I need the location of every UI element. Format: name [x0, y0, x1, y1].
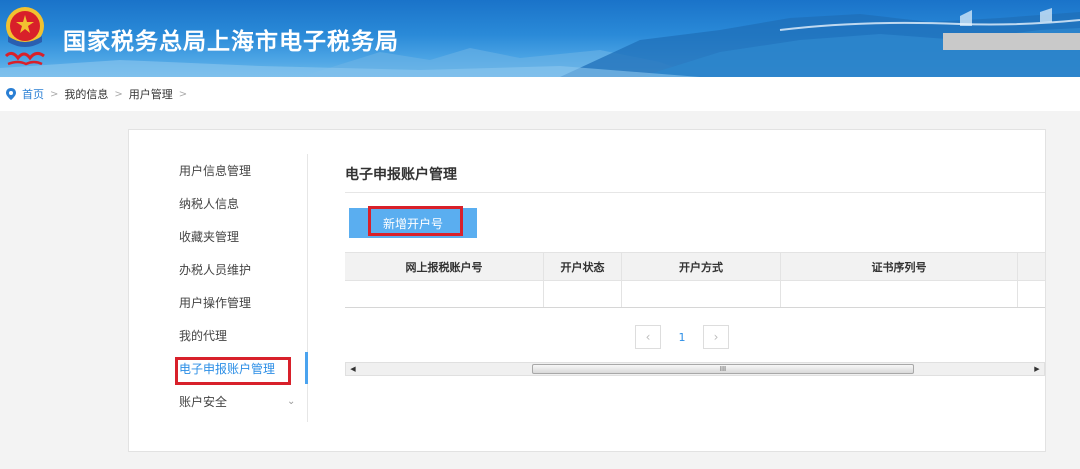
add-account-button[interactable]: 新增开户号	[349, 208, 477, 238]
prev-page-button[interactable]: ‹	[635, 325, 661, 349]
breadcrumb-separator: >	[178, 88, 188, 100]
sidebar-item-user-operations[interactable]: 用户操作管理	[179, 292, 251, 314]
table-cell	[1018, 281, 1045, 307]
location-pin-icon	[6, 88, 16, 100]
breadcrumb-separator: >	[114, 88, 123, 100]
scrollbar-thumb[interactable]: III	[532, 364, 914, 374]
horizontal-scrollbar[interactable]: ◀ III ▶	[345, 362, 1045, 376]
breadcrumb-my-info[interactable]: 我的信息	[64, 86, 108, 102]
user-info-redacted	[943, 33, 1080, 50]
sidebar-item-favorites[interactable]: 收藏夹管理	[179, 226, 239, 248]
table-cell	[781, 281, 1018, 307]
sidebar-item-my-agent[interactable]: 我的代理	[179, 325, 227, 347]
column-header: 开户状态	[544, 253, 622, 280]
breadcrumb-home-link[interactable]: 首页	[22, 86, 44, 102]
table-cell	[622, 281, 781, 307]
chevron-down-icon[interactable]: ⌄	[287, 396, 295, 407]
column-header: 开户方式	[622, 253, 781, 280]
table-header-row: 网上报税账户号 开户状态 开户方式 证书序列号	[345, 253, 1045, 281]
column-header	[1018, 253, 1045, 280]
pagination: ‹ 1 ›	[635, 325, 729, 349]
breadcrumb-separator: >	[50, 88, 59, 100]
tax-bureau-emblem-icon	[4, 7, 45, 66]
main-panel: 用户信息管理 纳税人信息 收藏夹管理 办税人员维护 用户操作管理 我的代理 电子…	[128, 129, 1046, 452]
content-area: 电子申报账户管理 新增开户号 网上报税账户号 开户状态 开户方式 证书序列号 ‹…	[345, 130, 1045, 450]
next-page-button[interactable]: ›	[703, 325, 729, 349]
site-title: 国家税务总局上海市电子税务局	[63, 29, 399, 55]
breadcrumb: 首页 > 我的信息 > 用户管理 >	[0, 77, 1080, 111]
site-header: 国家税务总局上海市电子税务局	[0, 0, 1080, 77]
section-title: 电子申报账户管理	[345, 167, 457, 183]
breadcrumb-user-management[interactable]: 用户管理	[129, 86, 173, 102]
active-indicator	[305, 352, 308, 384]
table-cell	[345, 281, 544, 307]
sidebar-item-taxpayer-info[interactable]: 纳税人信息	[179, 193, 239, 215]
sidebar-item-account-security[interactable]: 账户安全	[179, 391, 227, 413]
column-header: 证书序列号	[781, 253, 1018, 280]
scroll-right-icon[interactable]: ▶	[1030, 363, 1044, 375]
page-number[interactable]: 1	[669, 325, 695, 349]
table-row	[345, 281, 1045, 307]
table-cell	[544, 281, 622, 307]
highlight-box	[175, 357, 291, 385]
divider	[345, 192, 1045, 193]
accounts-table: 网上报税账户号 开户状态 开户方式 证书序列号	[345, 252, 1045, 308]
sidebar-item-user-info[interactable]: 用户信息管理	[179, 160, 251, 182]
column-header: 网上报税账户号	[345, 253, 544, 280]
sidebar: 用户信息管理 纳税人信息 收藏夹管理 办税人员维护 用户操作管理 我的代理 电子…	[129, 154, 308, 422]
scroll-left-icon[interactable]: ◀	[346, 363, 360, 375]
sidebar-item-tax-staff[interactable]: 办税人员维护	[179, 259, 251, 281]
